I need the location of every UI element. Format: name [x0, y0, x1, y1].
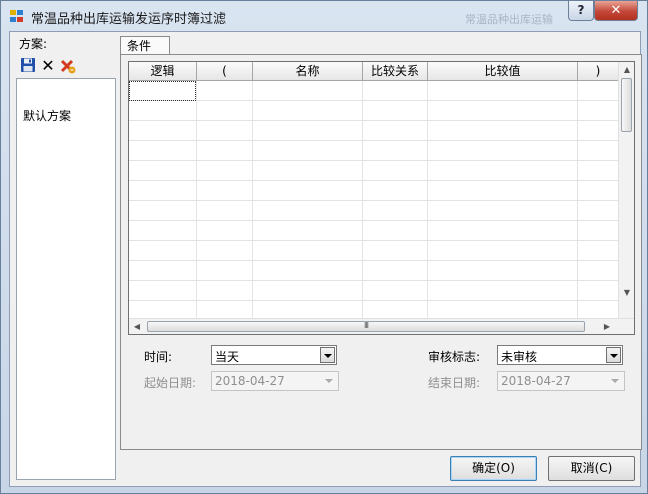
- grid-column-line: [427, 81, 428, 318]
- chevron-down-icon: [608, 373, 623, 389]
- table-row[interactable]: [129, 221, 618, 241]
- table-row[interactable]: [129, 281, 618, 301]
- end-date-picker[interactable]: 2018-04-27: [497, 371, 625, 391]
- tab-conditions[interactable]: 条件: [120, 36, 170, 56]
- save-icon[interactable]: [19, 57, 37, 75]
- scroll-left-icon[interactable]: ◀: [129, 322, 145, 331]
- column-header-open-paren[interactable]: (: [197, 62, 253, 81]
- time-label: 时间:: [144, 350, 173, 364]
- grid-header: 逻辑 ( 名称 比较关系 比较值 ): [129, 62, 634, 81]
- column-header-compare[interactable]: 比较关系: [363, 62, 428, 81]
- time-select[interactable]: 当天: [211, 345, 337, 365]
- column-header-logic[interactable]: 逻辑: [129, 62, 197, 81]
- audit-flag-select[interactable]: 未审核: [497, 345, 623, 365]
- table-row[interactable]: [129, 161, 618, 181]
- grid-column-line: [196, 81, 197, 318]
- table-row[interactable]: [129, 261, 618, 281]
- horizontal-scroll-thumb[interactable]: III: [147, 321, 585, 332]
- time-select-value: 当天: [215, 350, 240, 364]
- table-row[interactable]: [129, 141, 618, 161]
- scheme-list[interactable]: 默认方案: [16, 78, 116, 480]
- scroll-down-icon[interactable]: ▼: [619, 288, 634, 297]
- scheme-toolbar: ✕: [17, 54, 103, 78]
- ok-button[interactable]: 确定(O): [450, 456, 537, 481]
- column-header-close-paren[interactable]: ): [578, 62, 618, 81]
- end-date-value: 2018-04-27: [501, 374, 571, 388]
- chevron-down-icon[interactable]: [606, 347, 621, 363]
- audit-flag-select-value: 未审核: [501, 350, 538, 364]
- chevron-down-icon[interactable]: [320, 347, 335, 363]
- window-title: 常温品种出库运输发运序时簿过滤: [31, 12, 227, 27]
- start-date-value: 2018-04-27: [215, 374, 285, 388]
- dialog-footer: 确定(O) 取消(C): [120, 450, 642, 488]
- background-window-fragment: 常温品种出库运输: [465, 13, 553, 26]
- start-date-label: 起始日期:: [144, 376, 197, 390]
- table-row[interactable]: [129, 121, 618, 141]
- column-header-name[interactable]: 名称: [253, 62, 363, 81]
- scheme-item-default[interactable]: 默认方案: [23, 107, 71, 124]
- scroll-right-icon[interactable]: ▶: [599, 322, 615, 331]
- help-button[interactable]: ?: [568, 1, 594, 21]
- scheme-label: 方案:: [19, 37, 48, 51]
- app-icon: [10, 10, 24, 23]
- audit-flag-label: 审核标志:: [428, 350, 481, 364]
- column-header-compare-value[interactable]: 比较值: [428, 62, 578, 81]
- dialog-window: 常温品种出库运输发运序时簿过滤 常温品种出库运输 ? ✕ 方案: ✕ 默认方案 …: [0, 0, 648, 494]
- chevron-down-icon: [322, 373, 337, 389]
- start-date-picker[interactable]: 2018-04-27: [211, 371, 339, 391]
- conditions-panel: 逻辑 ( 名称 比较关系 比较值 ) ▲ ▼ ◀ III ▶ 时间: 当天 审核…: [120, 54, 642, 450]
- table-row[interactable]: [129, 101, 618, 121]
- close-button[interactable]: ✕: [594, 1, 638, 21]
- end-date-label: 结束日期:: [428, 376, 481, 390]
- grid-column-line: [362, 81, 363, 318]
- scroll-up-icon[interactable]: ▲: [619, 65, 634, 74]
- horizontal-scrollbar[interactable]: ◀ III ▶: [129, 318, 634, 334]
- delete-icon[interactable]: ✕: [39, 57, 57, 75]
- table-row[interactable]: [129, 201, 618, 221]
- grid-rows[interactable]: [129, 81, 618, 321]
- cancel-button[interactable]: 取消(C): [548, 456, 635, 481]
- vertical-scrollbar[interactable]: ▲ ▼: [618, 62, 634, 318]
- focused-cell[interactable]: [129, 81, 196, 101]
- vertical-scroll-thumb[interactable]: [621, 78, 632, 132]
- grid-column-line: [577, 81, 578, 318]
- grid-column-line: [252, 81, 253, 318]
- dialog-body: 方案: ✕ 默认方案 条件 逻辑 ( 名称 比较关系 比较值) ▲ ▼ ◀ I…: [9, 31, 642, 488]
- table-row[interactable]: [129, 241, 618, 261]
- clear-icon[interactable]: [59, 57, 77, 75]
- title-bar[interactable]: 常温品种出库运输发运序时簿过滤 常温品种出库运输 ? ✕: [1, 1, 647, 31]
- table-row[interactable]: [129, 181, 618, 201]
- table-row[interactable]: [129, 81, 618, 101]
- condition-grid[interactable]: 逻辑 ( 名称 比较关系 比较值 ) ▲ ▼ ◀ III ▶: [128, 61, 635, 335]
